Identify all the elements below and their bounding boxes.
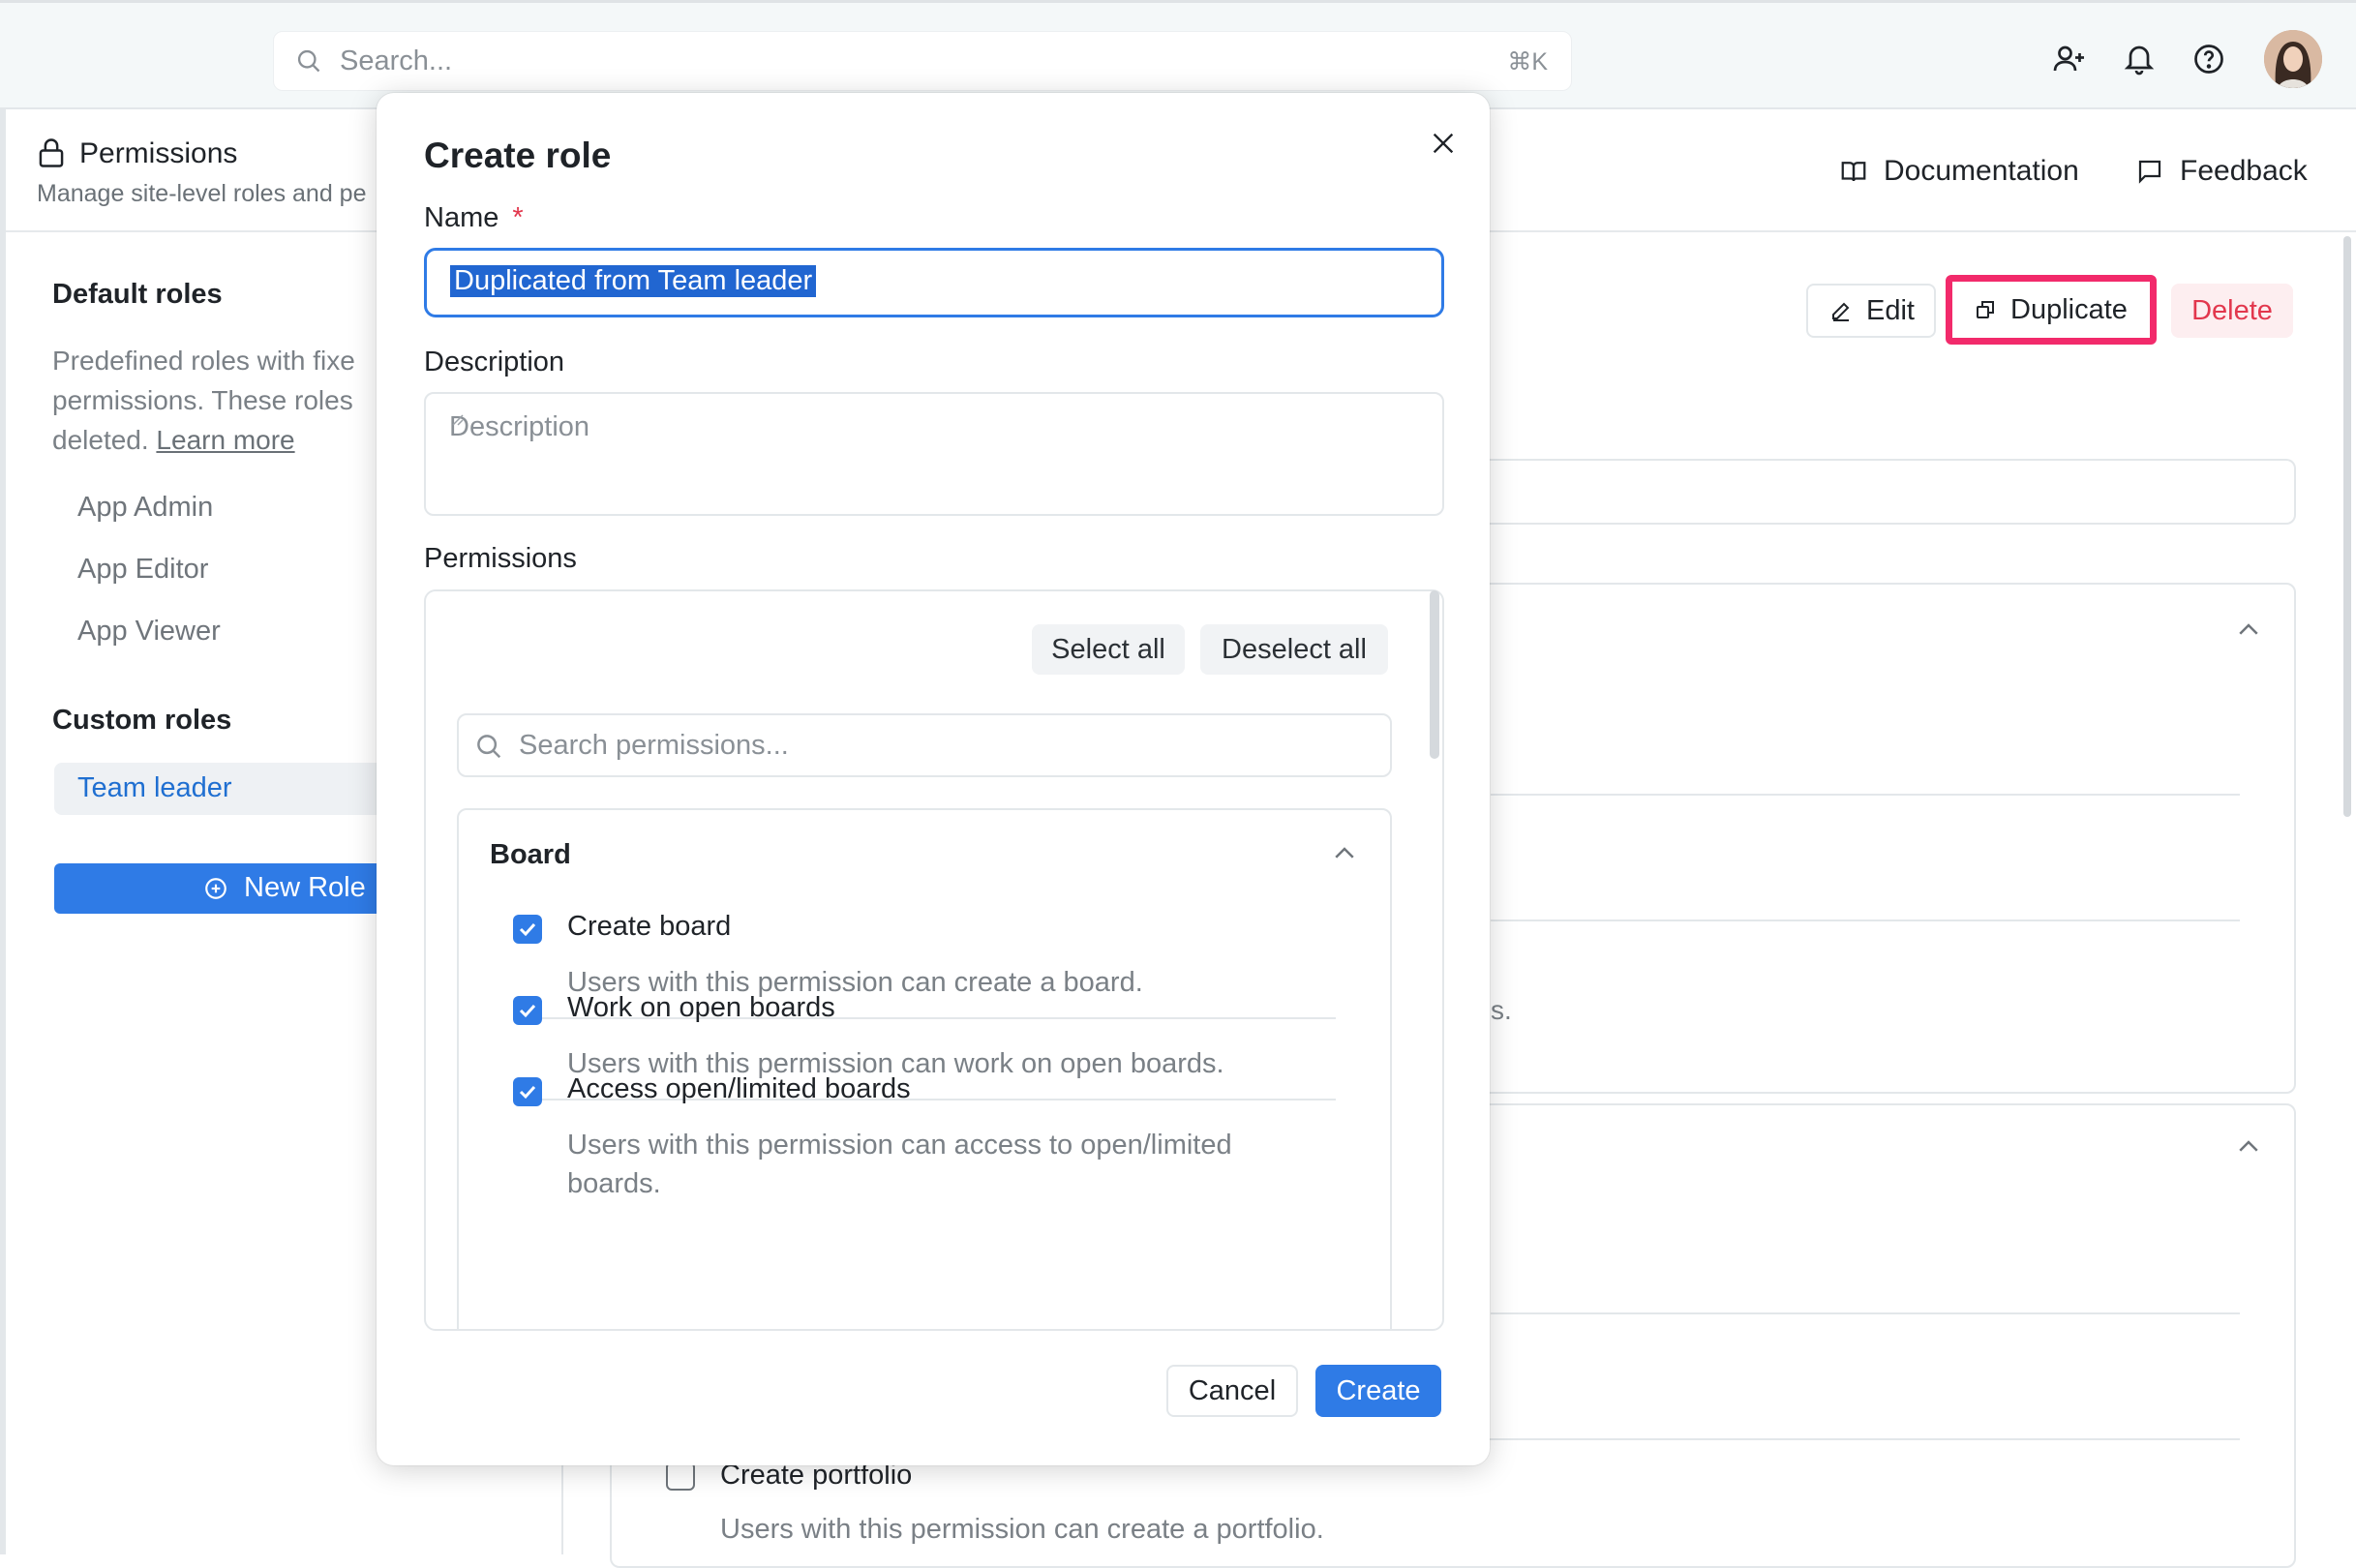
new-role-label: New Role [244, 872, 366, 903]
permission-description: Users with this permission can create a … [720, 1514, 1324, 1545]
message-icon [2135, 157, 2164, 186]
deselect-all-button[interactable]: Deselect all [1200, 624, 1388, 675]
role-item-label: Team leader [77, 772, 232, 803]
role-item-app-admin[interactable]: App Admin [77, 492, 213, 524]
feedback-link[interactable]: Feedback [2135, 155, 2308, 188]
custom-roles-heading: Custom roles [52, 705, 232, 736]
group-title: Board [490, 839, 571, 870]
learn-more-link[interactable]: Learn more [156, 425, 294, 455]
edit-button[interactable]: Edit [1806, 284, 1936, 338]
description-fragment: s. [1491, 995, 1512, 1025]
delete-button[interactable]: Delete [2171, 284, 2293, 338]
copy-icon [1974, 298, 1997, 321]
role-name-field-background [1471, 459, 2296, 525]
permission-title: Work on open boards [567, 992, 835, 1023]
chevron-up-icon[interactable] [1330, 839, 1359, 868]
edit-label: Edit [1866, 294, 1915, 326]
add-user-icon[interactable] [2052, 42, 2087, 76]
divider [1491, 920, 2240, 921]
description-placeholder: Description [449, 411, 590, 442]
feedback-label: Feedback [2180, 155, 2308, 187]
duplicate-button[interactable]: Duplicate [1946, 275, 2157, 345]
name-label-text: Name [424, 202, 499, 233]
permissions-panel: Select all Deselect all Search permissio… [424, 589, 1444, 1331]
checkbox-checked[interactable] [513, 1077, 542, 1106]
search-placeholder: Search... [340, 45, 453, 76]
permission-title: Access open/limited boards [567, 1073, 911, 1104]
permissions-scrollbar[interactable] [1430, 590, 1439, 759]
dialog-title: Create role [424, 136, 612, 175]
permissions-label: Permissions [424, 543, 577, 574]
description-label: Description [424, 347, 565, 377]
name-label: Name * [424, 202, 524, 234]
search-icon [474, 732, 503, 761]
permission-group-board: Board Create board Users with this permi… [457, 808, 1392, 1329]
checkbox-checked[interactable] [513, 915, 542, 944]
required-marker: * [512, 202, 524, 233]
default-roles-heading: Default roles [52, 279, 223, 310]
default-desc-line: Predefined roles with fixe [52, 346, 355, 376]
help-icon[interactable] [2191, 42, 2226, 76]
duplicate-label: Duplicate [2010, 293, 2128, 325]
role-item-app-viewer[interactable]: App Viewer [77, 616, 221, 648]
avatar[interactable] [2264, 30, 2322, 88]
select-all-button[interactable]: Select all [1032, 624, 1185, 675]
create-role-dialog: Create role Name * Duplicated from Team l… [377, 93, 1490, 1465]
cancel-button[interactable]: Cancel [1166, 1365, 1298, 1417]
default-desc-line: deleted. [52, 425, 149, 455]
search-icon [295, 47, 322, 75]
search-shortcut: ⌘K [1507, 48, 1548, 75]
documentation-link[interactable]: Documentation [1839, 155, 2079, 188]
default-roles-description: Predefined roles with fixe permissions. … [52, 341, 381, 460]
create-button[interactable]: Create [1315, 1365, 1441, 1417]
checkbox-checked[interactable] [513, 996, 542, 1025]
permission-description: Users with this permission can access to… [567, 1130, 1232, 1199]
description-textarea[interactable]: Description [424, 392, 1444, 516]
create-portfolio-checkbox[interactable] [666, 1462, 695, 1491]
pencil-icon [1829, 299, 1853, 322]
name-input-value: Duplicated from Team leader [450, 265, 817, 297]
plus-circle-icon [203, 876, 228, 901]
new-role-button[interactable]: New Role [54, 863, 383, 914]
resize-grip-icon[interactable] [449, 411, 465, 427]
search-permissions-input[interactable]: Search permissions... [457, 713, 1392, 777]
chevron-up-icon[interactable] [2234, 1132, 2263, 1161]
page-scrollbar[interactable] [2343, 236, 2351, 817]
page-subtitle: Manage site-level roles and pe [37, 180, 367, 207]
permission-title: Create board [567, 911, 732, 942]
global-search-input[interactable]: Search... ⌘K [273, 31, 1572, 91]
page-title: Permissions [79, 137, 238, 169]
book-icon [1839, 157, 1868, 186]
bell-icon[interactable] [2122, 42, 2157, 76]
divider [1491, 1312, 2240, 1314]
search-permissions-placeholder: Search permissions... [519, 730, 789, 761]
documentation-label: Documentation [1884, 155, 2079, 187]
chevron-up-icon[interactable] [2234, 616, 2263, 645]
default-desc-line: permissions. These roles [52, 385, 353, 415]
role-item-app-editor[interactable]: App Editor [77, 554, 208, 586]
role-item-team-leader[interactable]: Team leader [54, 763, 383, 815]
close-icon[interactable] [1428, 128, 1459, 159]
name-input[interactable]: Duplicated from Team leader [424, 248, 1444, 317]
divider [1491, 794, 2240, 796]
lock-icon [37, 137, 66, 168]
